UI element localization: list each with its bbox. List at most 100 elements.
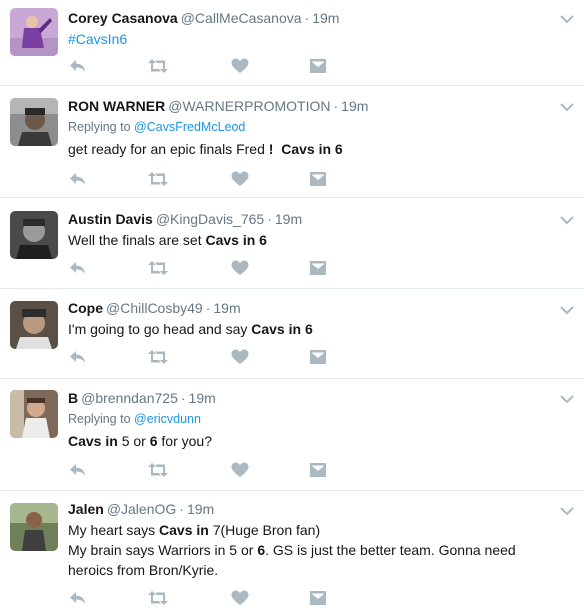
reply-to-link[interactable]: @CavsFredMcLeod: [134, 120, 245, 134]
direct-message-icon[interactable]: [308, 57, 328, 75]
search-term-highlight: Cavs in 6: [205, 232, 267, 248]
text-segment: heroics from Bron/Kyrie.: [68, 562, 219, 578]
separator: ·: [205, 300, 211, 316]
heart-icon[interactable]: [230, 589, 250, 607]
replying-to-label: Replying to: [68, 120, 131, 134]
text-segment: get ready for an epic finals Fred: [68, 141, 269, 157]
search-term-highlight: 6: [149, 433, 158, 449]
direct-message-icon[interactable]: [308, 170, 328, 188]
separator: ·: [180, 390, 186, 406]
display-name[interactable]: Jalen: [68, 501, 104, 517]
avatar[interactable]: [10, 503, 58, 551]
timestamp[interactable]: 19m: [312, 10, 339, 26]
retweet-icon[interactable]: [148, 589, 168, 607]
chevron-down-icon[interactable]: [560, 212, 574, 225]
reply-to-link[interactable]: @ericvdunn: [134, 412, 201, 426]
text-segment: My brain says Warriors in 5 or: [68, 542, 258, 558]
display-name[interactable]: Cope: [68, 300, 103, 316]
tweet-text: Cavs in 5 or 6 for you?: [68, 431, 560, 451]
direct-message-icon[interactable]: [308, 348, 328, 366]
tweet-text: My heart says Cavs in 7(Huge Bron fan) My…: [68, 520, 560, 580]
heart-icon[interactable]: [230, 170, 250, 188]
tweet[interactable]: RON WARNER @WARNERPROMOTION · 19m Replying …: [0, 86, 584, 198]
text-segment: My heart says: [68, 522, 160, 538]
search-term-highlight: 6: [257, 542, 266, 558]
text-segment: Well the finals are set: [68, 232, 206, 248]
retweet-icon[interactable]: [148, 348, 168, 366]
hashtag-link[interactable]: #CavsIn6: [68, 31, 127, 47]
avatar[interactable]: [10, 211, 58, 259]
display-name[interactable]: Corey Casanova: [68, 10, 178, 26]
retweet-icon[interactable]: [148, 259, 168, 277]
timestamp[interactable]: 19m: [213, 300, 240, 316]
retweet-icon[interactable]: [148, 170, 168, 188]
tweet-text-line: My heart says Cavs in 7(Huge Bron fan): [68, 520, 560, 540]
avatar[interactable]: [10, 301, 58, 349]
avatar[interactable]: [10, 8, 58, 56]
direct-message-icon[interactable]: [308, 259, 328, 277]
tweet-text-line: My brain says Warriors in 5 or 6. GS is …: [68, 540, 560, 560]
text-segment: I'm going to go head and say: [68, 321, 252, 337]
tweet[interactable]: Cope @ChillCosby49 · 19m I'm going to go he…: [0, 289, 584, 379]
display-name[interactable]: Austin Davis: [68, 211, 153, 227]
chevron-down-icon[interactable]: [560, 391, 574, 404]
tweet-text-line: #CavsIn6: [68, 29, 560, 49]
search-term-highlight: Cavs in 6: [281, 141, 343, 157]
chevron-down-icon[interactable]: [560, 503, 574, 516]
retweet-icon[interactable]: [148, 57, 168, 75]
display-name[interactable]: B: [68, 390, 78, 406]
timestamp[interactable]: 19m: [341, 98, 368, 114]
reply-icon[interactable]: [68, 170, 88, 188]
direct-message-icon[interactable]: [308, 461, 328, 479]
text-segment: 7(Huge Bron fan): [208, 522, 321, 538]
display-name[interactable]: RON WARNER: [68, 98, 165, 114]
reply-icon[interactable]: [68, 461, 88, 479]
avatar[interactable]: [10, 98, 58, 146]
user-handle[interactable]: @CallMeCasanova: [181, 10, 302, 26]
reply-icon[interactable]: [68, 348, 88, 366]
tweet[interactable]: Jalen @JalenOG · 19m My heart says Cavs in …: [0, 491, 584, 611]
reply-icon[interactable]: [68, 589, 88, 607]
heart-icon[interactable]: [230, 57, 250, 75]
heart-icon[interactable]: [230, 348, 250, 366]
retweet-icon[interactable]: [148, 461, 168, 479]
separator: ·: [267, 211, 272, 227]
reply-context: Replying to @ericvdunn: [68, 411, 560, 427]
timestamp[interactable]: 19m: [189, 390, 216, 406]
tweet[interactable]: Corey Casanova @CallMeCasanova · 19m #CavsI…: [0, 0, 584, 86]
tweet-text-line: get ready for an epic finals Fred ! Cavs…: [68, 139, 560, 159]
separator: ·: [304, 10, 310, 26]
tweet-text-line: I'm going to go head and say Cavs in 6: [68, 319, 560, 339]
text-segment: . GS is just the better team. Gonna need: [265, 542, 516, 558]
tweet-text: #CavsIn6: [68, 29, 560, 49]
heart-icon[interactable]: [230, 259, 250, 277]
replying-to-label: Replying to: [68, 412, 131, 426]
user-handle[interactable]: @JalenOG: [107, 501, 176, 517]
tweet-text-line: heroics from Bron/Kyrie.: [68, 560, 560, 580]
user-handle[interactable]: @WARNERPROMOTION: [168, 98, 330, 114]
tweet-text-line: Cavs in 5 or 6 for you?: [68, 431, 560, 451]
tweet[interactable]: B @brenndan725 · 19m Replying to @ericvdunn…: [0, 379, 584, 491]
heart-icon[interactable]: [230, 461, 250, 479]
search-term-highlight: Cavs in: [68, 433, 118, 449]
separator: ·: [333, 98, 339, 114]
timestamp[interactable]: 19m: [275, 211, 302, 227]
separator: ·: [179, 501, 184, 517]
user-handle[interactable]: @KingDavis_765: [156, 211, 264, 227]
reply-context: Replying to @CavsFredMcLeod: [68, 119, 560, 135]
avatar[interactable]: [10, 390, 58, 438]
chevron-down-icon[interactable]: [560, 302, 574, 315]
user-handle[interactable]: @ChillCosby49: [106, 300, 203, 316]
timestamp[interactable]: 19m: [187, 501, 214, 517]
text-segment: 5 or: [117, 433, 150, 449]
direct-message-icon[interactable]: [308, 589, 328, 607]
chevron-down-icon[interactable]: [560, 99, 574, 112]
search-term-highlight: Cavs in: [159, 522, 209, 538]
user-handle[interactable]: @brenndan725: [81, 390, 178, 406]
reply-icon[interactable]: [68, 259, 88, 277]
tweet[interactable]: Austin Davis @KingDavis_765 · 19m Well the …: [0, 198, 584, 289]
tweet-text: Well the finals are set Cavs in 6: [68, 230, 560, 250]
chevron-down-icon[interactable]: [560, 11, 574, 24]
reply-icon[interactable]: [68, 57, 88, 75]
text-segment: for you?: [157, 433, 212, 449]
